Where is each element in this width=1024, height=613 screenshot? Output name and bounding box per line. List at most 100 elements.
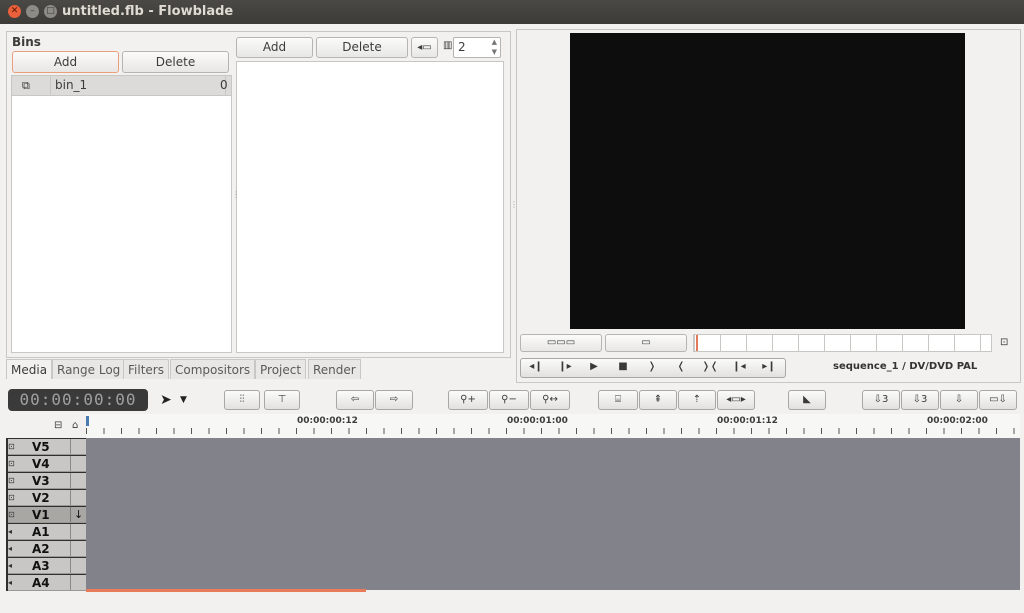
spin-down-icon[interactable]: ▼ xyxy=(492,48,497,56)
bin-divider xyxy=(50,76,51,95)
position-bar[interactable] xyxy=(693,334,992,352)
add-media-button[interactable]: Add xyxy=(236,37,313,58)
track-header-a3[interactable]: ◂ A3 xyxy=(8,558,86,574)
stop-icon[interactable]: ■ xyxy=(609,358,637,376)
clear-marks-icon[interactable]: ❭❬ xyxy=(696,358,724,376)
track-header-v4[interactable]: ⊡ V4 xyxy=(8,456,86,472)
film-strip-icon: ▭▭▭ xyxy=(546,337,576,348)
video-monitor xyxy=(570,33,965,329)
track-header-a2[interactable]: ◂ A2 xyxy=(8,541,86,557)
cut-button[interactable]: ⌸ xyxy=(598,390,638,410)
list-item[interactable]: ⧉ bin_1 0 xyxy=(12,76,231,96)
zoom-fit-button[interactable]: ⚲↔ xyxy=(530,390,570,410)
compositor-icon: ◣ xyxy=(803,394,811,405)
video-track-icon: ⊡ xyxy=(8,442,15,451)
track-header-divider xyxy=(70,541,71,556)
track-header-a4[interactable]: ◂ A4 xyxy=(8,575,86,591)
delete-bin-button[interactable]: Delete xyxy=(122,51,229,73)
tab-render[interactable]: Render xyxy=(308,359,361,379)
track-height-icon[interactable]: ⊟ xyxy=(54,420,62,431)
cut-icon: ⌸ xyxy=(615,394,621,405)
track-header-v5[interactable]: ⊡ V5 xyxy=(8,439,86,455)
arrow-right-icon: ⇨ xyxy=(389,394,399,405)
timecode-display[interactable]: 00:00:00:00 xyxy=(8,389,148,411)
zoom-out-button[interactable]: ⚲− xyxy=(489,390,529,410)
splice-out-button[interactable]: ⇡ xyxy=(678,390,716,410)
delete-media-button[interactable]: Delete xyxy=(316,37,408,58)
zoom-fit-icon: ⚲↔ xyxy=(542,394,558,405)
prev-edit-button[interactable]: ⇦ xyxy=(336,390,374,410)
pane-splitter-handle[interactable]: ⋮ xyxy=(232,190,240,199)
track-name: A2 xyxy=(32,542,50,556)
goto-mark-in-icon[interactable]: ❙◂ xyxy=(725,358,753,376)
spin-up-icon[interactable]: ▲ xyxy=(492,38,497,46)
ruler-label: 00:00:00:12 xyxy=(297,416,358,426)
columns-icon-button[interactable]: ◂▭ xyxy=(411,37,438,58)
columns-grid-icon: ▥ xyxy=(443,40,453,51)
append-button[interactable]: ▭⇩ xyxy=(979,390,1017,410)
tab-range-log[interactable]: Range Log xyxy=(52,359,126,379)
track-header-divider xyxy=(70,558,71,573)
compositor-button[interactable]: ◣ xyxy=(788,390,826,410)
add-bin-button[interactable]: Add xyxy=(12,51,119,73)
append-icon: ▭⇩ xyxy=(989,394,1007,405)
bin-count: 0 xyxy=(220,78,228,92)
tab-filters[interactable]: Filters xyxy=(123,359,169,379)
lock-icon[interactable]: ⌂ xyxy=(72,420,78,431)
track-header-divider xyxy=(70,490,71,505)
playhead-marker[interactable] xyxy=(696,335,698,351)
bin-name: bin_1 xyxy=(55,78,88,92)
close-window-button[interactable]: ✕ xyxy=(8,5,21,18)
titler-button[interactable]: ⊤ xyxy=(264,390,300,410)
columns-spinbox[interactable]: 2 ▲ ▼ xyxy=(453,37,501,58)
bins-heading: Bins xyxy=(12,35,41,49)
speaker-icon: ◂ xyxy=(8,544,13,553)
resync-button[interactable]: ◂▭▸ xyxy=(717,390,755,410)
track-header-divider xyxy=(70,575,71,590)
track-header-v1[interactable]: ⊡ V1 ↓ xyxy=(8,507,86,523)
next-edit-button[interactable]: ⇨ xyxy=(375,390,413,410)
track-header-divider xyxy=(70,507,71,522)
monitor-options-icon[interactable]: ⊡ xyxy=(1000,337,1008,348)
panel-splitter-handle[interactable]: ⋮ xyxy=(510,200,518,209)
mark-in-icon[interactable]: ❭ xyxy=(638,358,666,376)
ruler-playhead-icon[interactable] xyxy=(86,416,89,426)
track-header-a1[interactable]: ◂ A1 xyxy=(8,524,86,540)
ruler-label: 00:00:02:00 xyxy=(927,416,988,426)
maximize-window-button[interactable]: □ xyxy=(44,5,57,18)
zoom-in-button[interactable]: ⚲+ xyxy=(448,390,488,410)
timeline-canvas[interactable] xyxy=(86,438,1020,590)
mixer-button[interactable]: ⫶⫶ xyxy=(224,390,260,410)
edit-mode-dropdown-icon[interactable]: ▼ xyxy=(180,395,187,405)
timeline-view-button[interactable]: ▭▭▭ xyxy=(520,334,602,352)
track-header-v3[interactable]: ⊡ V3 xyxy=(8,473,86,489)
track-header-v2[interactable]: ⊡ V2 xyxy=(8,490,86,506)
zoom-out-icon: ⚲− xyxy=(501,394,517,405)
media-grid xyxy=(236,61,504,353)
overwrite-clip-button[interactable]: ⇩3 xyxy=(901,390,939,410)
speaker-icon: ◂ xyxy=(8,561,13,570)
track-name: A3 xyxy=(32,559,50,573)
clip-view-button[interactable]: ▭ xyxy=(605,334,687,352)
clip-icon: ▭ xyxy=(641,337,651,348)
tab-media[interactable]: Media xyxy=(6,359,53,379)
play-icon[interactable]: ▶ xyxy=(580,358,608,376)
insert-button[interactable]: ⇩ xyxy=(940,390,978,410)
next-frame-icon[interactable]: ❙▸ xyxy=(551,358,579,376)
insert-icon: ⇩ xyxy=(954,394,964,405)
speaker-icon: ◂ xyxy=(8,578,13,587)
edit-mode-pointer-icon[interactable]: ➤ xyxy=(160,392,172,408)
track-header-divider xyxy=(70,456,71,471)
goto-mark-out-icon[interactable]: ▸❙ xyxy=(754,358,784,376)
tab-project[interactable]: Project xyxy=(255,359,307,379)
ruler-label: 00:00:01:12 xyxy=(717,416,778,426)
tab-compositors[interactable]: Compositors xyxy=(170,359,256,379)
lift-button[interactable]: ⇞ xyxy=(639,390,677,410)
minimize-window-button[interactable]: – xyxy=(26,5,39,18)
video-track-icon: ⊡ xyxy=(8,476,15,485)
overwrite-range-icon: ⇩3 xyxy=(873,394,889,405)
mark-out-icon[interactable]: ❬ xyxy=(667,358,695,376)
prev-frame-icon[interactable]: ◂❙ xyxy=(522,358,550,376)
bin-list: ⧉ bin_1 0 xyxy=(11,75,232,353)
overwrite-range-button[interactable]: ⇩3 xyxy=(862,390,900,410)
